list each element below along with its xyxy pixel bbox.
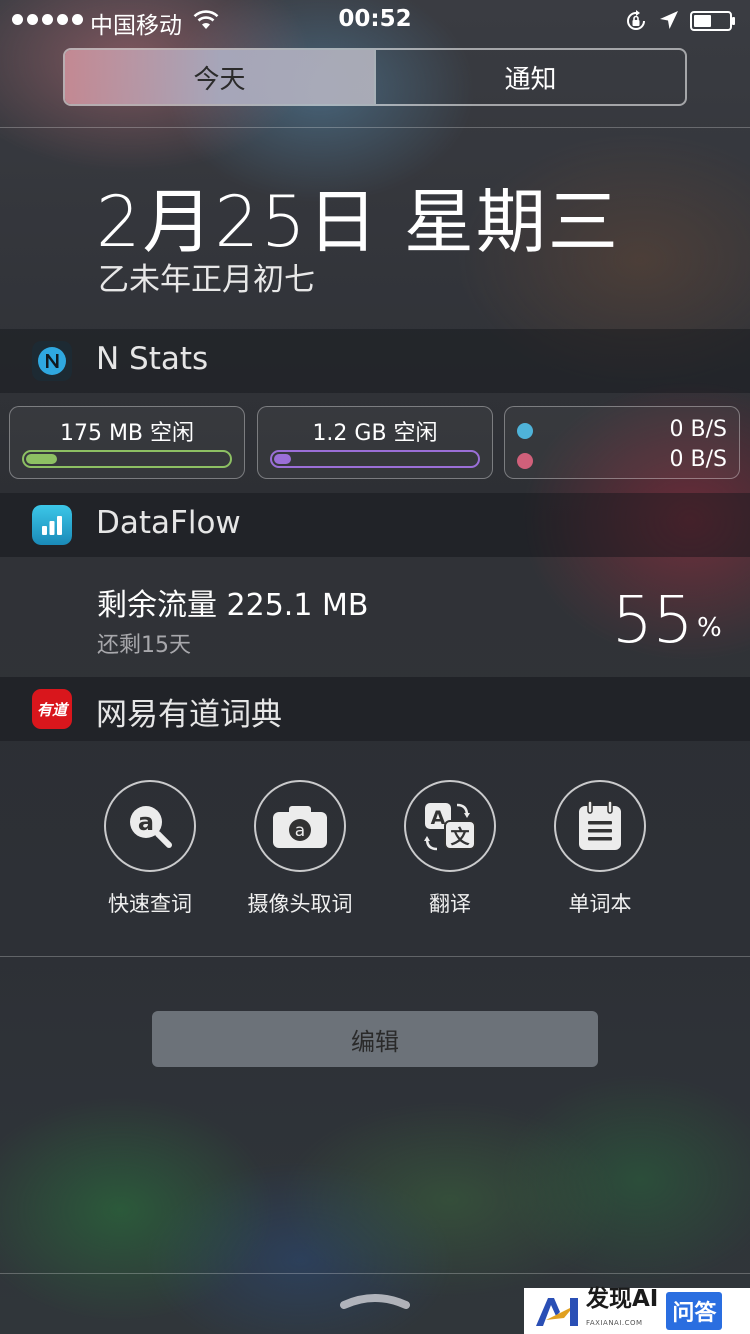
action-label: 摄像头取词 (247, 892, 353, 916)
action-label: 单词本 (568, 892, 632, 916)
rotation-lock-icon (627, 10, 645, 30)
svg-text:a: a (138, 808, 154, 836)
memory-stat: 175 MB 空闲 (9, 406, 245, 479)
close-handle-icon[interactable] (338, 1290, 412, 1312)
watermark: 发现AI FAXIANAI.COM 问答 (524, 1287, 750, 1334)
download-dot-icon (517, 453, 533, 469)
action-translate[interactable]: A 文 翻译 (375, 780, 525, 918)
translate-icon: A 文 (404, 780, 496, 872)
storage-bar-fill (274, 454, 291, 464)
action-wordbook[interactable]: 单词本 (525, 780, 675, 918)
widget-title: DataFlow (96, 505, 241, 541)
storage-bar (270, 450, 480, 468)
widget-title: N Stats (96, 341, 209, 377)
net-upload-row: 0 B/S (517, 417, 727, 445)
watermark-domain: FAXIANAI.COM (586, 1319, 643, 1327)
net-download-row: 0 B/S (517, 447, 727, 475)
svg-text:文: 文 (450, 825, 470, 848)
header-divider (0, 127, 750, 128)
upload-rate: 0 B/S (669, 417, 727, 442)
upload-dot-icon (517, 423, 533, 439)
watermark-brand-name: 发现AI (586, 1286, 659, 1312)
action-camera-lookup[interactable]: a 摄像头取词 (225, 780, 375, 918)
days-remaining: 还剩15天 (97, 633, 191, 658)
notebook-icon (554, 780, 646, 872)
svg-text:A: A (431, 807, 446, 829)
percent-sign: % (697, 613, 722, 643)
memory-bar (22, 450, 232, 468)
widget-header-nstats[interactable]: N Stats (0, 329, 750, 393)
widgets-divider (0, 956, 750, 957)
memory-bar-fill (26, 454, 58, 464)
memory-free-label: 175 MB 空闲 (59, 421, 195, 446)
action-label: 翻译 (429, 892, 471, 916)
youdao-icon-text: 有道 (36, 700, 67, 719)
youdao-app-icon: 有道 (32, 689, 72, 729)
usage-percent: 55 (612, 584, 694, 658)
camera-icon: a (254, 780, 346, 872)
download-rate: 0 B/S (669, 447, 727, 472)
watermark-tag: 问答 (666, 1292, 723, 1330)
action-label: 快速查词 (108, 892, 192, 916)
dataflow-app-icon (32, 505, 72, 545)
widget-header-dataflow[interactable]: DataFlow (0, 493, 750, 557)
magnifier-at-icon: a (104, 780, 196, 872)
tab-today[interactable]: 今天 (65, 50, 374, 104)
network-stat: 0 B/S 0 B/S (504, 406, 740, 479)
nstats-app-icon (32, 341, 72, 381)
status-bar: 中国移动 00:52 (0, 0, 750, 40)
svg-text:a: a (295, 821, 305, 841)
widget-header-youdao[interactable]: 有道 网易有道词典 (0, 677, 750, 741)
tab-notifications[interactable]: 通知 (374, 50, 685, 104)
storage-free-label: 1.2 GB 空闲 (312, 421, 438, 446)
action-quick-lookup[interactable]: a 快速查词 (75, 780, 225, 918)
remaining-data: 剩余流量 225.1 MB (97, 588, 369, 623)
faxianai-logo-icon (536, 1298, 578, 1326)
today-notifications-switch: 今天 通知 (63, 48, 687, 106)
lunar-date: 乙未年正月初七 (98, 262, 315, 298)
edit-button[interactable]: 编辑 (152, 1011, 598, 1067)
location-arrow-icon (660, 11, 678, 29)
widget-title: 网易有道词典 (96, 697, 282, 733)
battery-icon (690, 11, 735, 31)
date-title: 2月25日 星期三 (96, 181, 620, 263)
storage-stat: 1.2 GB 空闲 (257, 406, 493, 479)
bottom-divider (0, 1273, 750, 1274)
watermark-brand: 发现AI FAXIANAI.COM (586, 1287, 658, 1334)
